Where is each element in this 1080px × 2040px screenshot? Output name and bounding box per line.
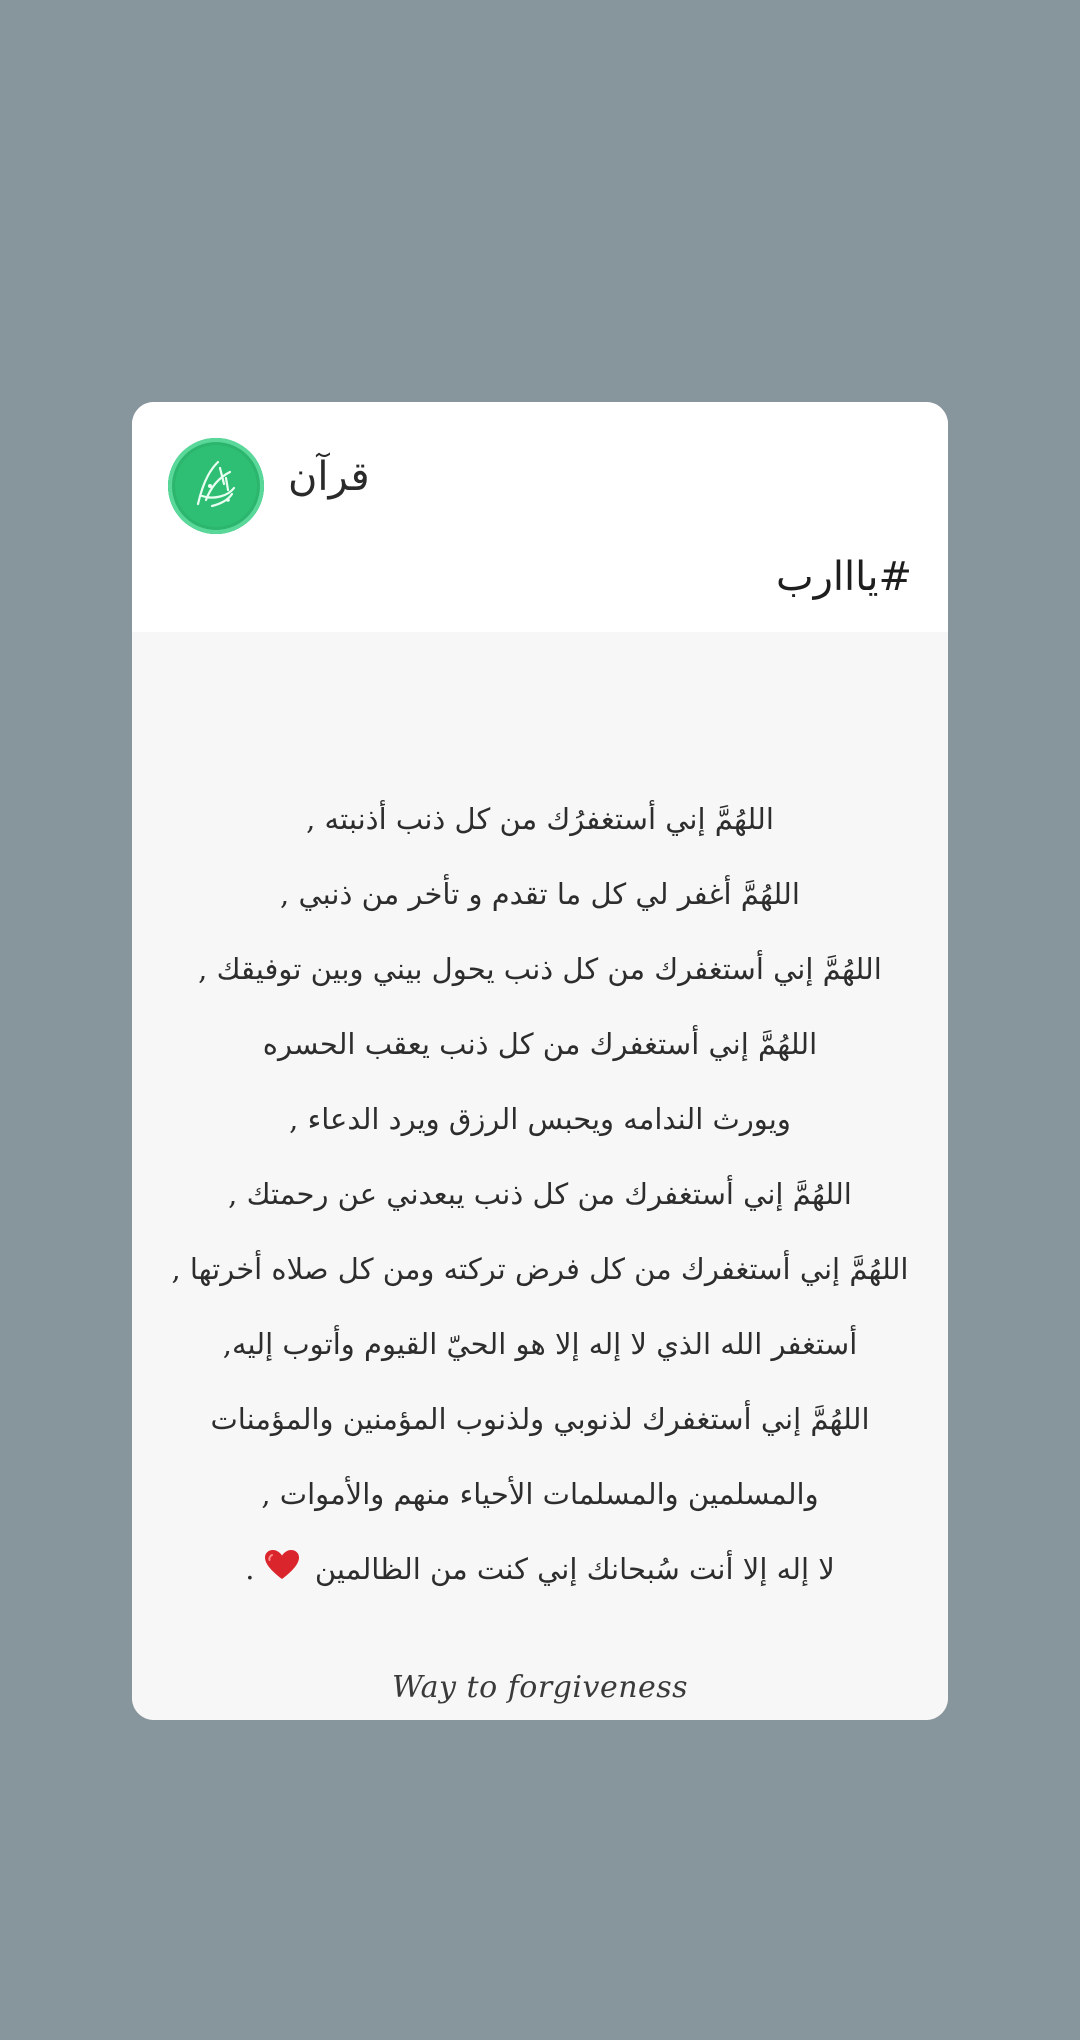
post-image[interactable]: اللهُمَّ إني أستغفرُك من كل ذنب أذنبته ,… <box>132 632 948 1720</box>
arabic-calligraphy-logo-icon <box>196 460 236 508</box>
dua-line: اللهُمَّ إني أستغفرك من كل ذنب يبعدني عن… <box>228 1177 852 1211</box>
dua-line: اللهُمَّ إني أستغفرك من كل ذنب يحول بيني… <box>198 952 882 986</box>
image-footer-text: Way to forgiveness <box>391 1670 689 1705</box>
dua-line: والمسلمين والمسلمات الأحياء منهم والأموا… <box>261 1477 819 1511</box>
red-heart-icon <box>264 1534 300 1609</box>
dua-text: اللهُمَّ إني أستغفرُك من كل ذنب أذنبته ,… <box>132 782 948 1607</box>
dua-line: اللهُمَّ إني أستغفرك من كل ذنب يعقب الحس… <box>262 1027 818 1061</box>
dua-line: اللهُمَّ إني أستغفرك لذنوبي ولذنوب المؤم… <box>210 1402 870 1436</box>
channel-avatar[interactable] <box>168 438 264 534</box>
dua-last-line-end: . <box>245 1552 255 1586</box>
dua-last-line-text: لا إله إلا أنت سُبحانك إني كنت من الظالم… <box>314 1552 835 1586</box>
dua-line: أستغفر الله الذي لا إله إلا هو الحيّ الق… <box>222 1327 858 1361</box>
dua-line: اللهُمَّ أغفر لي كل ما تقدم و تأخر من ذن… <box>280 877 800 911</box>
post-header: قرآن #يااارب <box>132 402 948 632</box>
dua-line: اللهُمَّ إني أستغفرُك من كل ذنب أذنبته , <box>306 802 774 836</box>
dua-line: ويورث الندامه ويحبس الرزق ويرد الدعاء , <box>289 1102 791 1136</box>
channel-name[interactable]: قرآن <box>288 454 370 500</box>
dua-last-line: لا إله إلا أنت سُبحانك إني كنت من الظالم… <box>132 1532 948 1607</box>
post-hashtag[interactable]: #يااارب <box>776 554 912 600</box>
dua-line: اللهُمَّ إني أستغفرك من كل فرض تركته ومن… <box>171 1252 909 1286</box>
post-card: قرآن #يااارب اللهُمَّ إني أستغفرُك من كل… <box>132 402 948 1720</box>
